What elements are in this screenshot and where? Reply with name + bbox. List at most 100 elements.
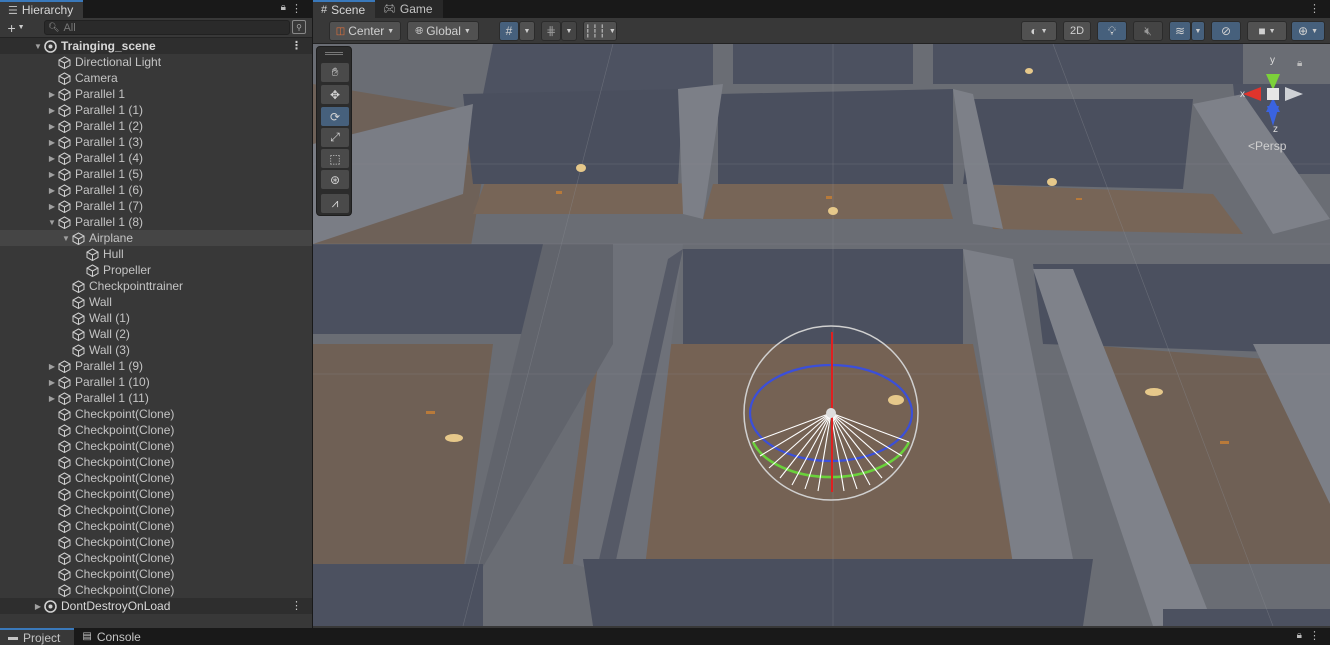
grid-snap-toggle[interactable]: #	[499, 21, 519, 41]
shading-mode-dropdown[interactable]: ◐ ▼	[1021, 21, 1057, 41]
scale-tool-button[interactable]: ⤢	[321, 128, 349, 147]
hand-tool-button[interactable]: ✋︎	[321, 63, 349, 82]
hierarchy-item[interactable]: ▶ Parallel 1 (3)	[0, 134, 312, 150]
hierarchy-item[interactable]: ▶ Parallel 1 (11)	[0, 390, 312, 406]
hierarchy-item[interactable]: Checkpoint(Clone)	[0, 422, 312, 438]
expand-arrow-icon[interactable]: ▶	[46, 378, 58, 387]
collapse-arrow-icon[interactable]: ▼	[60, 234, 72, 243]
hierarchy-item[interactable]: Checkpoint(Clone)	[0, 582, 312, 598]
gizmo-lock-icon[interactable]: 🔒︎	[1297, 58, 1302, 69]
audio-toggle[interactable]: 🔇︎	[1133, 21, 1163, 41]
gameobject-cube-icon	[58, 503, 71, 517]
scene-menu-icon[interactable]: ⋮	[291, 599, 302, 612]
hierarchy-item[interactable]: ▶ Parallel 1 (5)	[0, 166, 312, 182]
lock-icon[interactable]: 🔒︎	[281, 2, 286, 13]
projection-toggle[interactable]: <Persp	[1248, 139, 1286, 153]
tab-hierarchy[interactable]: ☰ Hierarchy	[0, 0, 84, 18]
dontdestroy-row[interactable]: ▶ DontDestroyOnLoad ⋮	[0, 598, 312, 614]
expand-arrow-icon[interactable]: ▶	[46, 394, 58, 403]
increment-snap-dropdown[interactable]: ▼	[561, 21, 577, 41]
tab-console[interactable]: ▤ Console	[74, 628, 154, 645]
drag-handle[interactable]	[325, 52, 343, 55]
hierarchy-item[interactable]: ▶ Parallel 1 (7)	[0, 198, 312, 214]
scene-viewport[interactable]	[313, 44, 1330, 626]
expand-arrow-icon[interactable]: ▶	[46, 122, 58, 131]
hierarchy-item[interactable]: ▶ Parallel 1 (6)	[0, 182, 312, 198]
effects-toggle[interactable]: ≋	[1169, 21, 1191, 41]
expand-arrow-icon[interactable]: ▶	[32, 602, 44, 611]
collapse-arrow-icon[interactable]: ▼	[46, 218, 58, 227]
hierarchy-item[interactable]: ▶ Parallel 1 (1)	[0, 102, 312, 118]
hierarchy-item[interactable]: Checkpoint(Clone)	[0, 486, 312, 502]
grid-visibility-dropdown[interactable]: ┆┆┆ ▼	[583, 21, 617, 41]
hierarchy-item[interactable]: Propeller	[0, 262, 312, 278]
hierarchy-item-label: Checkpoint(Clone)	[75, 455, 175, 469]
gizmos-dropdown[interactable]: ⊕ ▼	[1291, 21, 1325, 41]
transform-tool-button[interactable]: ⊛	[321, 170, 349, 189]
expand-arrow-icon[interactable]: ▶	[46, 202, 58, 211]
search-input[interactable]: 🔍︎ All	[44, 20, 290, 35]
search-filter-button[interactable]: ⚲	[292, 20, 306, 34]
panel-menu-icon[interactable]: ⋮	[1309, 2, 1320, 15]
expand-arrow-icon[interactable]: ▶	[46, 170, 58, 179]
hierarchy-item[interactable]: Checkpointtrainer	[0, 278, 312, 294]
hierarchy-item[interactable]: Wall (2)	[0, 326, 312, 342]
hierarchy-item-label: Checkpoint(Clone)	[75, 471, 175, 485]
create-button[interactable]: + ▼	[0, 20, 32, 36]
expand-arrow-icon[interactable]: ▶	[46, 138, 58, 147]
scene-root-row[interactable]: ▼ Trainging_scene ⋮	[0, 38, 312, 54]
tab-project[interactable]: ▬ Project	[0, 628, 75, 645]
hierarchy-item[interactable]: ▼ Parallel 1 (8)	[0, 214, 312, 230]
axis-y-label: y	[1270, 55, 1275, 66]
lighting-toggle[interactable]: 💡︎	[1097, 21, 1127, 41]
expand-arrow-icon[interactable]: ▶	[46, 154, 58, 163]
space-dropdown[interactable]: 🌐︎ Global ▼	[407, 21, 479, 41]
camera-settings-dropdown[interactable]: ■ ▼	[1247, 21, 1287, 41]
move-tool-button[interactable]: ✥	[321, 85, 349, 104]
hierarchy-item[interactable]: ▶ Parallel 1	[0, 86, 312, 102]
lock-icon[interactable]: 🔒︎	[1297, 630, 1302, 641]
hierarchy-item[interactable]: ▼ Airplane	[0, 230, 312, 246]
panel-menu-icon[interactable]: ⋮	[1309, 629, 1320, 642]
increment-snap-toggle[interactable]: ⋕	[541, 21, 561, 41]
expand-arrow-icon[interactable]: ▶	[46, 90, 58, 99]
2d-toggle[interactable]: 2D	[1063, 21, 1091, 41]
hierarchy-item[interactable]: Checkpoint(Clone)	[0, 470, 312, 486]
gizmo-icon: ⊕	[1298, 24, 1309, 38]
hierarchy-item[interactable]: Camera	[0, 70, 312, 86]
tab-scene[interactable]: # Scene	[313, 0, 376, 18]
hidden-objects-toggle[interactable]: ⊘	[1211, 21, 1241, 41]
tab-game[interactable]: 🎮︎ Game	[375, 0, 443, 18]
gameobject-cube-icon	[58, 87, 71, 101]
hierarchy-item[interactable]: ▶ Parallel 1 (2)	[0, 118, 312, 134]
hierarchy-item[interactable]: Wall	[0, 294, 312, 310]
panel-menu-icon[interactable]: ⋮	[291, 2, 302, 15]
hierarchy-item[interactable]: Checkpoint(Clone)	[0, 406, 312, 422]
hierarchy-item[interactable]: Checkpoint(Clone)	[0, 518, 312, 534]
rotate-tool-button[interactable]: ⟳	[321, 107, 349, 126]
hierarchy-item[interactable]: Checkpoint(Clone)	[0, 438, 312, 454]
pivot-dropdown[interactable]: ◫ Center ▼	[329, 21, 401, 41]
hierarchy-item[interactable]: Checkpoint(Clone)	[0, 454, 312, 470]
hierarchy-item[interactable]: Hull	[0, 246, 312, 262]
rect-tool-button[interactable]: ⬚	[321, 149, 349, 168]
grid-snap-dropdown[interactable]: ▼	[519, 21, 535, 41]
hierarchy-item[interactable]: Checkpoint(Clone)	[0, 550, 312, 566]
hierarchy-item[interactable]: Checkpoint(Clone)	[0, 502, 312, 518]
hierarchy-item[interactable]: Wall (1)	[0, 310, 312, 326]
effects-dropdown[interactable]: ▼	[1191, 21, 1205, 41]
expand-arrow-icon[interactable]: ▶	[46, 186, 58, 195]
move-arrows-icon: ✥	[329, 87, 341, 102]
hierarchy-item[interactable]: Directional Light	[0, 54, 312, 70]
hierarchy-item[interactable]: Checkpoint(Clone)	[0, 534, 312, 550]
hierarchy-item[interactable]: Checkpoint(Clone)	[0, 566, 312, 582]
scene-menu-icon[interactable]: ⋮	[291, 39, 302, 52]
hierarchy-item[interactable]: Wall (3)	[0, 342, 312, 358]
hierarchy-item[interactable]: ▶ Parallel 1 (9)	[0, 358, 312, 374]
hierarchy-item[interactable]: ▶ Parallel 1 (10)	[0, 374, 312, 390]
expand-arrow-icon[interactable]: ▶	[46, 362, 58, 371]
expand-arrow-icon[interactable]: ▼	[32, 42, 44, 51]
custom-tool-button[interactable]: ⩘	[321, 194, 349, 213]
expand-arrow-icon[interactable]: ▶	[46, 106, 58, 115]
hierarchy-item[interactable]: ▶ Parallel 1 (4)	[0, 150, 312, 166]
